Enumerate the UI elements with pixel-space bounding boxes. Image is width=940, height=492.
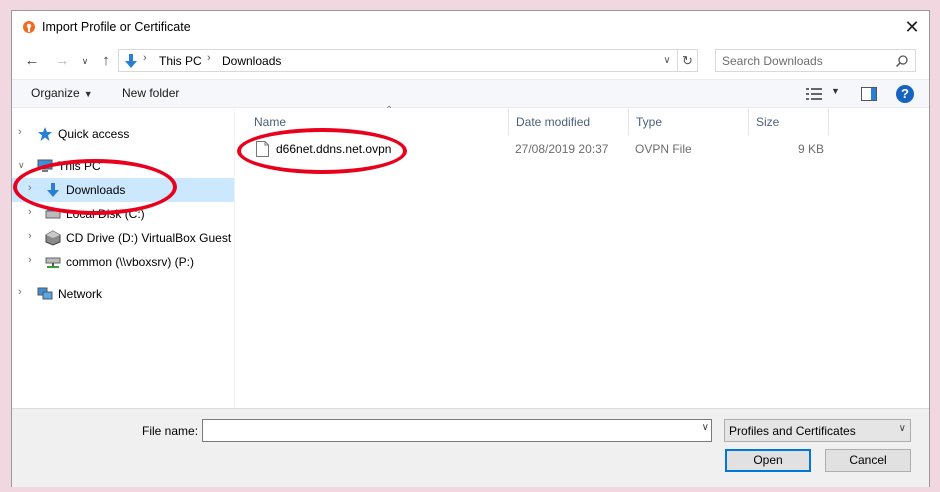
- nav-item-this-pc[interactable]: ∨ This PC: [12, 154, 234, 178]
- chevron-down-icon[interactable]: ∨: [702, 422, 709, 433]
- file-type-filter-select[interactable]: Profiles and Certificates ∨: [724, 419, 911, 442]
- column-header-type[interactable]: Type: [629, 109, 749, 135]
- view-dropdown-icon[interactable]: ▼: [831, 86, 840, 96]
- organize-label: Organize: [31, 86, 80, 100]
- column-header-date-modified[interactable]: Date modified: [509, 109, 629, 135]
- download-arrow-icon: [47, 183, 59, 197]
- expand-chevron-icon[interactable]: ›: [18, 126, 22, 138]
- recent-locations-chevron-icon[interactable]: ∨: [75, 51, 95, 71]
- file-date-cell: 27/08/2019 20:37: [515, 142, 609, 156]
- window-title: Import Profile or Certificate: [42, 20, 191, 34]
- column-header-label: Size: [756, 115, 780, 129]
- collapse-chevron-icon[interactable]: ∨: [18, 160, 25, 171]
- title-bar[interactable]: Import Profile or Certificate ✕: [12, 11, 929, 43]
- refresh-icon[interactable]: ↻: [677, 50, 697, 71]
- column-header-size[interactable]: Size: [749, 109, 829, 135]
- column-header-label: Type: [636, 115, 663, 129]
- search-placeholder: Search Downloads: [722, 54, 823, 68]
- file-type-filter-label: Profiles and Certificates: [729, 424, 856, 438]
- preview-pane-icon[interactable]: [861, 87, 877, 101]
- nav-item-local-disk[interactable]: › Local Disk (C:): [12, 202, 234, 226]
- cancel-button[interactable]: Cancel: [825, 449, 911, 472]
- nav-label: Local Disk (C:): [66, 207, 145, 221]
- address-row: ← → ∨ ↑ › This PC › Downloads ∨ ↻ Search…: [12, 47, 929, 75]
- sort-ascending-icon: ⌃: [385, 105, 394, 116]
- caret-down-icon: ▼: [83, 89, 93, 99]
- command-bar: Organize ▼ New folder ▼ ?: [12, 79, 929, 108]
- drive-icon: [45, 208, 61, 219]
- nav-label: common (\\vboxsrv) (P:): [66, 255, 195, 269]
- nav-item-downloads[interactable]: › Downloads: [12, 178, 234, 202]
- column-header-name[interactable]: ⌃ Name: [247, 105, 509, 135]
- network-drive-icon: [45, 257, 61, 268]
- navigation-pane: › Quick access ∨ This PC › Downloads › L…: [12, 109, 234, 408]
- search-input[interactable]: Search Downloads: [715, 49, 916, 72]
- file-icon: [256, 141, 269, 157]
- expand-chevron-icon[interactable]: ›: [28, 206, 32, 218]
- cd-drive-icon: [45, 230, 61, 246]
- expand-chevron-icon[interactable]: ›: [18, 286, 22, 298]
- breadcrumb-separator-icon: ›: [143, 52, 147, 64]
- up-arrow-icon[interactable]: ↑: [96, 51, 116, 71]
- nav-label: Quick access: [58, 127, 130, 141]
- file-name-label: File name:: [142, 424, 199, 438]
- column-header-label: Name: [254, 115, 287, 129]
- network-icon: [37, 287, 53, 300]
- help-icon[interactable]: ?: [896, 85, 914, 103]
- open-button[interactable]: Open: [725, 449, 811, 472]
- nav-label: Network: [58, 287, 103, 301]
- close-button[interactable]: ✕: [895, 11, 929, 43]
- nav-item-quick-access[interactable]: › Quick access: [12, 122, 234, 146]
- file-row[interactable]: d66net.ddns.net.ovpn 27/08/2019 20:37 OV…: [235, 137, 929, 161]
- computer-icon: [37, 159, 53, 172]
- breadcrumb-separator-icon: ›: [207, 52, 211, 64]
- file-type-cell: OVPN File: [635, 142, 692, 156]
- forward-arrow-icon[interactable]: →: [52, 51, 72, 71]
- search-icon: [895, 55, 908, 68]
- view-options-icon[interactable]: [806, 87, 822, 101]
- nav-label: Downloads: [66, 183, 126, 197]
- openvpn-logo-icon: [23, 21, 35, 33]
- file-list: ⌃ Name Date modified Type Size d66net.dd…: [235, 105, 929, 408]
- column-header-label: Date modified: [516, 115, 591, 129]
- back-arrow-icon[interactable]: ←: [22, 51, 42, 71]
- nav-item-network[interactable]: › Network: [12, 282, 234, 306]
- file-size-cell: 9 KB: [798, 142, 825, 156]
- breadcrumb-downloads[interactable]: Downloads: [222, 54, 281, 68]
- file-name-input[interactable]: ∨: [202, 419, 712, 442]
- nav-item-common-share[interactable]: › common (\\vboxsrv) (P:): [12, 250, 234, 274]
- expand-chevron-icon[interactable]: ›: [28, 254, 32, 266]
- breadcrumb-this-pc[interactable]: This PC: [159, 54, 202, 68]
- nav-label: This PC: [58, 159, 101, 173]
- address-bar[interactable]: › This PC › Downloads ∨ ↻: [118, 49, 698, 72]
- dialog-footer: File name: ∨ Profiles and Certificates ∨…: [12, 408, 929, 487]
- nav-item-cd-drive[interactable]: › CD Drive (D:) VirtualBox Guest A: [12, 226, 234, 250]
- file-name-cell: d66net.ddns.net.ovpn: [276, 142, 392, 156]
- new-folder-button[interactable]: New folder: [122, 86, 179, 100]
- expand-chevron-icon[interactable]: ›: [28, 230, 32, 242]
- star-icon: [38, 127, 52, 141]
- organize-button[interactable]: Organize ▼: [31, 86, 93, 100]
- address-dropdown-icon[interactable]: ∨: [659, 51, 675, 70]
- chevron-down-icon: ∨: [898, 423, 906, 434]
- expand-chevron-icon[interactable]: ›: [28, 182, 32, 194]
- download-arrow-icon: [125, 54, 137, 68]
- import-dialog: Import Profile or Certificate ✕ ← → ∨ ↑ …: [11, 10, 930, 487]
- nav-label: CD Drive (D:) VirtualBox Guest A: [66, 231, 234, 245]
